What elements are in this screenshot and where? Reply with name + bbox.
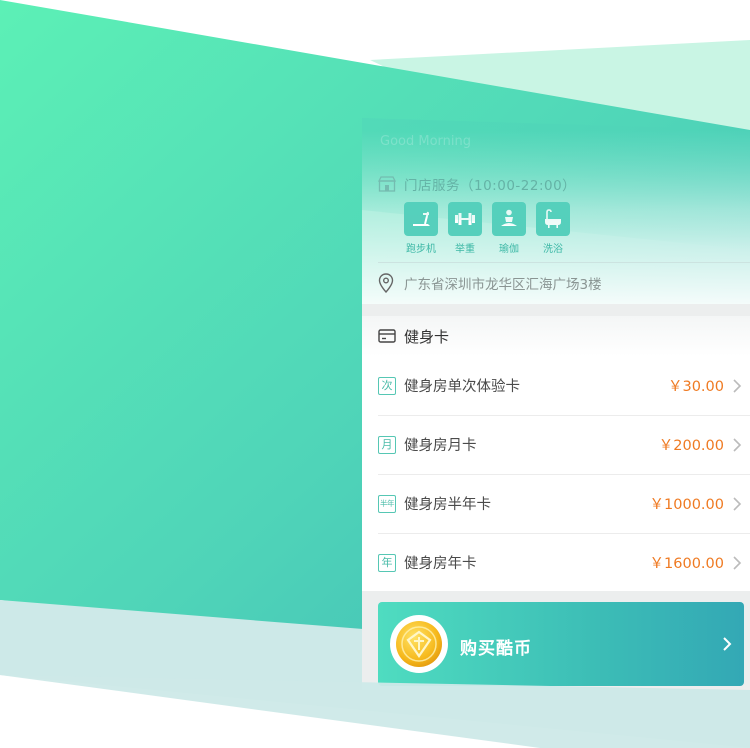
coin-icon [390, 615, 448, 673]
yoga-icon [501, 209, 517, 226]
facility-list: 跑步机 举重 瑜伽 洗浴 [404, 202, 570, 255]
card-icon [378, 329, 396, 343]
card-price: ￥1000.00 [649, 497, 724, 513]
buy-coins-label: 购买酷币 [460, 639, 532, 659]
card-type-badge: 月 [378, 435, 396, 454]
treadmill-icon [413, 211, 430, 226]
card-price: ￥30.00 [667, 379, 724, 395]
card-item-single[interactable]: 次 健身房单次体验卡 ￥30.00 [362, 356, 750, 415]
address-row[interactable]: 广东省深圳市龙华区汇海广场3楼 [378, 270, 602, 296]
card-item-yearly[interactable]: 年 健身房年卡 ￥1600.00 [362, 533, 750, 592]
card-type-badge: 次 [378, 376, 396, 395]
facility-shower: 洗浴 [536, 202, 570, 255]
card-price: ￥1600.00 [649, 556, 724, 572]
card-list-header: 健身卡 [362, 316, 750, 356]
faded-header-text: Good Morning [380, 134, 471, 149]
chevron-right-icon [723, 637, 732, 651]
facility-label: 瑜伽 [499, 244, 519, 255]
facility-label: 洗浴 [543, 244, 563, 255]
facility-yoga: 瑜伽 [492, 202, 526, 255]
bathtub-icon [545, 209, 561, 228]
section-gap [362, 304, 750, 316]
chevron-right-icon [733, 555, 742, 570]
card-name: 健身房半年卡 [404, 497, 491, 513]
card-item-monthly[interactable]: 月 健身房月卡 ￥200.00 [362, 415, 750, 474]
chevron-right-icon [733, 496, 742, 511]
card-name: 健身房年卡 [404, 556, 477, 572]
facility-label: 跑步机 [406, 244, 436, 255]
card-name: 健身房单次体验卡 [404, 379, 520, 395]
store-service-label: 门店服务（10:00-22:00） [404, 178, 577, 194]
buy-coins-button[interactable]: 购买酷币 [378, 602, 744, 686]
card-item-half-year[interactable]: 半年 健身房半年卡 ￥1000.00 [362, 474, 750, 533]
store-icon [378, 176, 396, 192]
divider [378, 262, 750, 263]
card-price: ￥200.00 [658, 438, 724, 454]
chevron-right-icon [733, 437, 742, 452]
store-info-section: Good Morning 门店服务（10:00-22:00） 跑步机 举重 瑜伽… [362, 130, 750, 306]
store-service-row: 门店服务（10:00-22:00） [378, 174, 576, 194]
card-type-badge: 年 [378, 553, 396, 572]
card-name: 健身房月卡 [404, 438, 477, 454]
facility-weightlifting: 举重 [448, 202, 482, 255]
store-detail-panel: Good Morning 门店服务（10:00-22:00） 跑步机 举重 瑜伽… [362, 130, 750, 690]
card-type-badge: 半年 [378, 494, 396, 513]
facility-label: 举重 [455, 244, 475, 255]
chevron-right-icon [733, 378, 742, 393]
store-address: 广东省深圳市龙华区汇海广场3楼 [404, 277, 602, 293]
facility-treadmill: 跑步机 [404, 202, 438, 255]
dumbbell-icon [455, 213, 475, 225]
card-list-title: 健身卡 [404, 327, 450, 346]
fitness-card-list: 健身卡 次 健身房单次体验卡 ￥30.00 月 健身房月卡 ￥200.00 半年… [362, 316, 750, 592]
location-pin-icon [378, 273, 394, 293]
